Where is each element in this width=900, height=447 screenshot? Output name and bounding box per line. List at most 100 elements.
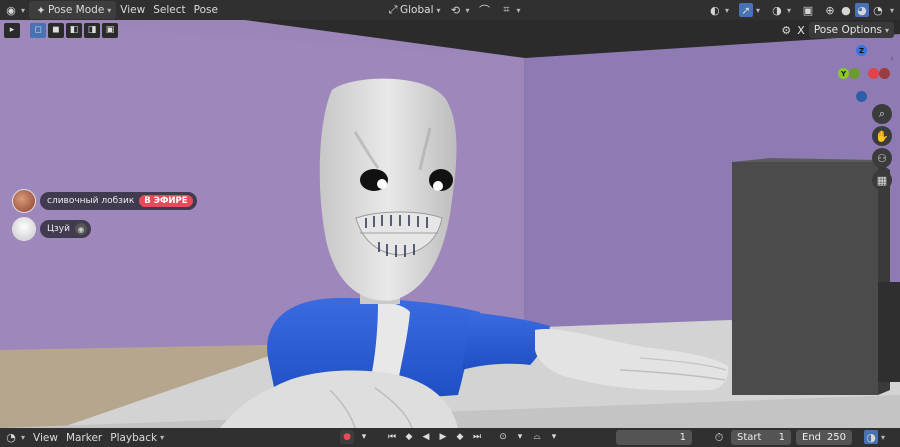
stream-user-name: Цзуй	[47, 224, 70, 234]
eye-icon: ◉	[74, 223, 87, 235]
select-box-icon[interactable]: ◻	[30, 22, 46, 38]
timeline-header: ◔ ▾ View Marker Playback ▾ ● ▾ ⏮ ◆ ◀ ▶ ◆ ⏭…	[0, 428, 900, 447]
transform-orientation-icon: ⤢	[388, 3, 398, 16]
chevron-down-icon[interactable]: ▾	[547, 430, 561, 444]
live-badge: В ЭФИРЕ	[139, 195, 193, 207]
chevron-down-icon: ▾	[21, 5, 26, 15]
gizmo-neg-z-axis[interactable]	[856, 91, 867, 102]
start-value: 1	[778, 432, 785, 443]
chevron-down-icon: ▾	[516, 5, 521, 15]
wireframe-shading-icon[interactable]: ⊕	[823, 3, 837, 17]
chevron-down-icon: ▾	[724, 5, 729, 15]
editor-type-button[interactable]: ◉ ▾	[0, 1, 29, 19]
gizmo-icon: ➚	[738, 3, 753, 17]
end-label: End	[802, 432, 822, 443]
chevron-down-icon: ▾	[786, 5, 791, 15]
stream-user-pill: Цзуй ◉	[40, 220, 91, 238]
snap-icon: ⌒	[479, 4, 491, 17]
clock-editor-icon: ◔	[6, 431, 16, 444]
gizmo-x-axis[interactable]	[868, 68, 879, 79]
orientation-dropdown[interactable]: ⤢ Global ▾	[382, 1, 445, 19]
scene-render	[0, 20, 900, 428]
jump-start-icon[interactable]: ⏮	[385, 430, 399, 444]
select-invert-icon[interactable]: ◨	[84, 22, 100, 38]
gizmo-neg-x-axis[interactable]	[879, 68, 890, 79]
menu-pose[interactable]: Pose	[190, 1, 222, 19]
timeline-options-button[interactable]: ◑ ▾	[860, 430, 889, 444]
select-extend-icon[interactable]: ◼	[48, 22, 64, 38]
chevron-down-icon: ▾	[465, 5, 470, 15]
play-icon[interactable]: ▶	[436, 430, 450, 444]
record-icon[interactable]: ●	[340, 430, 354, 444]
avatar	[12, 189, 36, 213]
tool-row: ▸ ◻ ◼ ◧ ◨ ▣	[4, 22, 118, 38]
jump-end-icon[interactable]: ⏭	[470, 430, 484, 444]
chevron-down-icon[interactable]: ▾	[513, 430, 527, 444]
chevron-down-icon[interactable]: ▾	[357, 430, 371, 444]
x-mirror-label[interactable]: X	[797, 24, 805, 37]
gizmo-y-axis[interactable]: Y	[838, 68, 849, 79]
timeline-menu-marker[interactable]: Marker	[62, 432, 106, 444]
snap-grid-icon: ⌗	[503, 3, 510, 16]
timeline-menu-playback[interactable]: Playback ▾	[106, 432, 168, 444]
gizmo-z-axis[interactable]: Z	[856, 45, 867, 56]
material-shading-icon[interactable]: ◕	[854, 3, 869, 17]
mode-dropdown[interactable]: ✦ Pose Mode ▾	[29, 1, 117, 19]
menu-view[interactable]: View	[116, 1, 149, 19]
chevron-down-icon: ▾	[160, 433, 165, 442]
pivot-dropdown[interactable]: ⟲ ▾	[445, 1, 474, 19]
gizmo-neg-y-axis[interactable]	[849, 68, 860, 79]
current-frame-field[interactable]: 1	[616, 430, 692, 445]
pose-options-group: ⚙ X Pose Options ▾	[779, 22, 894, 38]
chevron-down-icon: ▾	[884, 25, 889, 35]
perspective-grid-icon[interactable]: ▦	[872, 170, 892, 190]
xray-toggle[interactable]: ▣	[797, 1, 819, 19]
auto-key-icon[interactable]: ⌓	[530, 430, 544, 444]
orientation-label: Global	[400, 4, 434, 16]
camera-editor-icon: ◉	[6, 3, 16, 17]
timeline-menu-view[interactable]: View	[29, 432, 62, 444]
timeline-view-icon: ◑	[864, 430, 878, 444]
chevron-down-icon: ▾	[107, 5, 112, 15]
playback-label: Playback	[110, 431, 158, 444]
zoom-icon[interactable]: ⌕	[872, 104, 892, 124]
stream-user-2: Цзуй ◉	[12, 217, 91, 241]
select-tool-icon[interactable]: ▸	[4, 22, 20, 38]
pivot-icon: ⟲	[450, 3, 461, 17]
pose-mode-icon: ✦	[36, 3, 46, 17]
camera-view-icon[interactable]: ⚇	[872, 148, 892, 168]
stream-user-name: сливочный лобзик	[47, 196, 135, 206]
menu-select[interactable]: Select	[149, 1, 189, 19]
stopwatch-icon[interactable]: ⏱	[712, 431, 726, 445]
pose-options-label: Pose Options	[813, 24, 882, 36]
settings-icon[interactable]: ⚙	[779, 23, 793, 37]
next-keyframe-icon[interactable]: ◆	[453, 430, 467, 444]
stream-user-pill: сливочный лобзик В ЭФИРЕ	[40, 192, 197, 210]
viewport-header: ◉ ▾ ✦ Pose Mode ▾ View Select Pose ⤢ Globa…	[0, 0, 900, 20]
snap-dropdown[interactable]: ⌗ ▾	[496, 1, 525, 19]
end-frame-field[interactable]: End 250	[796, 430, 852, 445]
chevron-down-icon: ▾	[755, 5, 760, 15]
start-frame-field[interactable]: Start 1	[731, 430, 791, 445]
select-intersect-icon[interactable]: ▣	[102, 22, 118, 38]
snap-toggle[interactable]: ⌒	[474, 1, 496, 19]
gizmo-toggle[interactable]: ➚ ▾	[735, 1, 764, 19]
rendered-shading-icon[interactable]: ◔	[871, 3, 885, 17]
select-subtract-icon[interactable]: ◧	[66, 22, 82, 38]
3d-viewport[interactable]: ▸ ◻ ◼ ◧ ◨ ▣ ⚙ X Pose Options ▾ Z Y ‹ ⌕ ✋ …	[0, 20, 900, 428]
prev-keyframe-icon[interactable]: ◆	[402, 430, 416, 444]
overlays-toggle[interactable]: ◑ ▾	[766, 1, 795, 19]
sidebar-toggle-icon[interactable]: ‹	[890, 54, 894, 64]
keying-icon[interactable]: ⊙	[496, 430, 510, 444]
timeline-editor-button[interactable]: ◔ ▾	[0, 431, 29, 445]
visibility-dropdown[interactable]: ◐ ▾	[704, 1, 733, 19]
start-label: Start	[737, 432, 762, 443]
shading-buttons: ⊕ ● ◕ ◔ ▾	[821, 1, 896, 19]
solid-shading-icon[interactable]: ●	[839, 3, 853, 17]
chevron-down-icon[interactable]: ▾	[890, 6, 894, 15]
play-reverse-icon[interactable]: ◀	[419, 430, 433, 444]
pan-hand-icon[interactable]: ✋	[872, 126, 892, 146]
chevron-down-icon: ▾	[881, 432, 886, 442]
chevron-down-icon: ▾	[436, 5, 441, 15]
pose-options-dropdown[interactable]: Pose Options ▾	[808, 22, 894, 38]
